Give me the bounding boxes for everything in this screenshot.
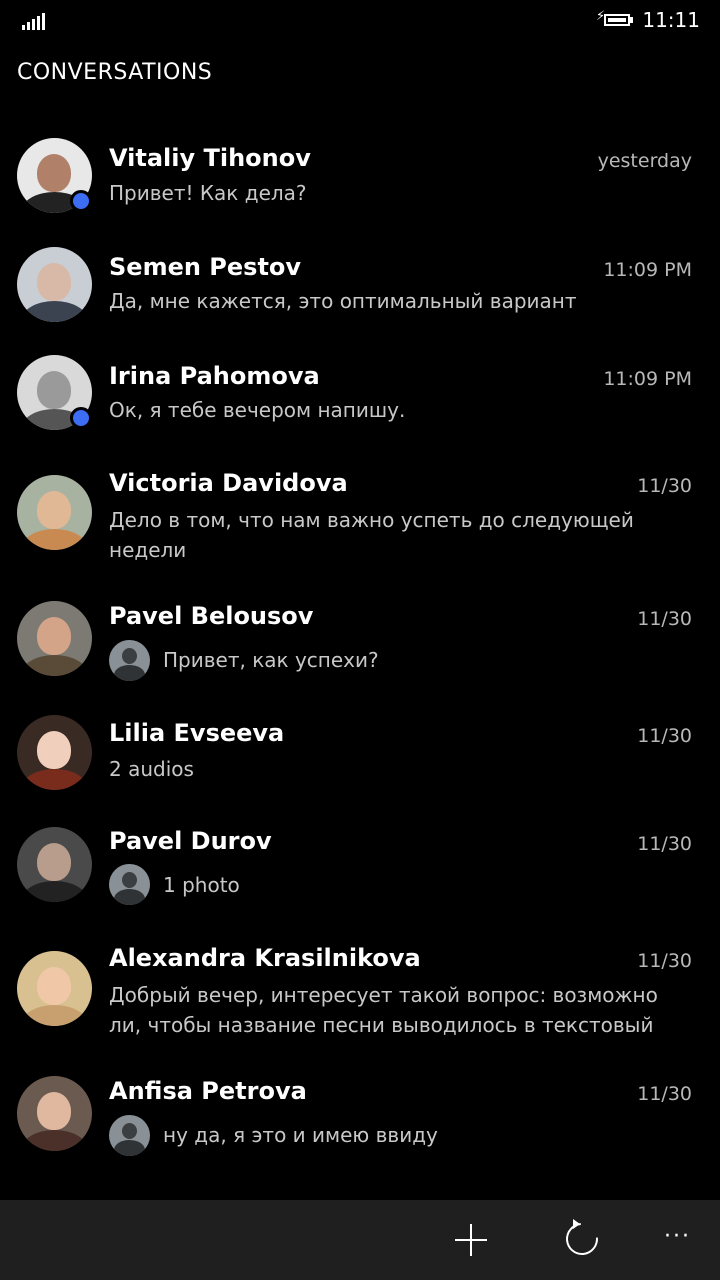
message-time: 11/30 [637,475,692,497]
avatar [17,715,92,790]
status-bar: ⚡ 11:11 [0,0,720,44]
online-indicator [70,407,92,429]
message-time: 11/30 [637,1083,692,1105]
plus-icon [455,1224,487,1256]
message-time: 11:09 PM [603,368,692,390]
conversation-item[interactable]: Alexandra Krasilnikova 11/30 Добрый вече… [0,940,720,1050]
message-preview: Дело в том, что нам важно успеть до след… [109,508,634,562]
page-title: CONVERSATIONS [17,60,213,85]
conversation-item[interactable]: Pavel Belousov 11/30 Привет, как успехи? [0,598,720,698]
message-preview: Ок, я тебе вечером напишу. [109,398,406,422]
avatar [17,247,92,322]
avatar [17,475,92,550]
status-time: 11:11 [642,8,700,32]
contact-name: Pavel Belousov [109,602,314,630]
message-time: yesterday [597,150,692,172]
more-icon: ··· [664,1224,691,1249]
message-preview: 2 audios [109,757,194,781]
message-preview: Привет, как успехи? [163,648,379,672]
message-preview: Да, мне кажется, это оптимальный вариант [109,289,577,313]
message-preview: ну да, я это и имею ввиду [163,1123,438,1147]
signal-strength-icon [22,12,46,30]
contact-name: Lilia Evseeva [109,719,285,747]
contact-name: Anfisa Petrova [109,1077,307,1105]
message-preview: 1 photo [163,873,240,897]
online-indicator [70,190,92,212]
conversation-item[interactable]: Lilia Evseeva 11/30 2 audios [0,715,720,815]
message-time: 11:09 PM [603,259,692,281]
contact-name: Pavel Durov [109,827,272,855]
avatar [17,827,92,902]
conversation-item[interactable]: Vitaliy Tihonov yesterday Привет! Как де… [0,130,720,230]
message-time: 11/30 [637,833,692,855]
avatar [17,1076,92,1151]
sender-thumbnail [109,1115,150,1156]
contact-name: Irina Pahomova [109,362,320,390]
avatar [17,951,92,1026]
message-time: 11/30 [637,608,692,630]
more-button[interactable]: ··· [664,1216,712,1264]
sender-thumbnail [109,864,150,905]
contact-name: Alexandra Krasilnikova [109,944,421,972]
conversation-item[interactable]: Anfisa Petrova 11/30 ну да, я это и имею… [0,1073,720,1173]
contact-name: Vitaliy Tihonov [109,144,311,172]
conversation-item[interactable]: Victoria Davidova 11/30 Дело в том, что … [0,465,720,575]
message-preview: Привет! Как дела? [109,181,307,205]
contact-name: Semen Pestov [109,253,302,281]
conversation-item[interactable]: Semen Pestov 11:09 PM Да, мне кажется, э… [0,240,720,340]
contact-name: Victoria Davidova [109,469,348,497]
refresh-button[interactable] [559,1216,608,1264]
battery-charging-icon: ⚡ [596,9,636,31]
message-preview: Добрый вечер, интересует такой вопрос: в… [109,983,658,1037]
new-conversation-button[interactable] [446,1216,494,1264]
refresh-icon [559,1216,605,1262]
conversation-item[interactable]: Pavel Durov 11/30 1 photo [0,823,720,923]
message-time: 11/30 [637,950,692,972]
avatar [17,601,92,676]
sender-thumbnail [109,640,150,681]
conversation-item[interactable]: Irina Pahomova 11:09 PM Ок, я тебе вечер… [0,348,720,448]
app-bar: ··· [0,1200,720,1280]
message-time: 11/30 [637,725,692,747]
